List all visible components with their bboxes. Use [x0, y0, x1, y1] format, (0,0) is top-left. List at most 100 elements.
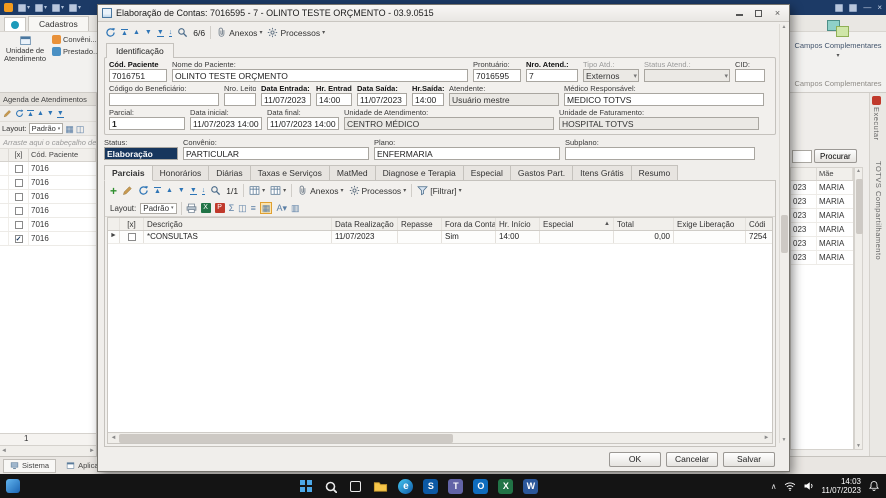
vertical-tab-executar[interactable]: Executar: [872, 96, 881, 141]
word-button[interactable]: W: [523, 478, 539, 494]
row-checkbox[interactable]: [14, 164, 23, 173]
grid-hscrollbar[interactable]: ◄ ►: [108, 432, 772, 443]
fora-da-conta-column-header[interactable]: Fora da Conta: [442, 218, 496, 230]
row-checkbox[interactable]: [14, 192, 23, 201]
grid-lines-icon[interactable]: ▦: [259, 202, 273, 214]
check-column-header[interactable]: [x]: [120, 218, 144, 230]
tab-diarias[interactable]: Diárias: [209, 165, 251, 181]
tab-cadastros[interactable]: Cadastros: [28, 16, 89, 31]
tab-parciais[interactable]: Parciais: [104, 165, 153, 181]
add-icon[interactable]: +: [110, 185, 117, 197]
table-row[interactable]: 7016: [0, 218, 96, 232]
row-checkbox-checked[interactable]: [14, 234, 23, 243]
first-record-icon[interactable]: ▲: [154, 186, 161, 195]
check-column-header[interactable]: [x]: [9, 149, 29, 161]
tab-taxas-servicos[interactable]: Taxas e Serviços: [250, 165, 330, 181]
row-checkbox[interactable]: [14, 178, 23, 187]
exige-liberacao-column-header[interactable]: Exige Liberação: [674, 218, 746, 230]
outlook-button[interactable]: O: [473, 478, 489, 494]
table-row[interactable]: ► *CONSULTAS 11/07/2023 Sim 14:00 0,00 7…: [108, 231, 772, 244]
atendente-input[interactable]: [449, 93, 559, 106]
scroll-thumb[interactable]: [780, 214, 788, 253]
ribbon-button-unidade-atendimento[interactable]: Unidade de Atendimento: [2, 35, 48, 63]
totvs-logo-tab[interactable]: [4, 17, 26, 31]
sort-icon[interactable]: A▾: [276, 203, 287, 213]
first-record-icon[interactable]: ▲: [27, 109, 34, 118]
minimize-icon[interactable]: [732, 7, 747, 19]
unidade-atendimento-input[interactable]: [344, 117, 554, 130]
date-column-header[interactable]: [791, 168, 817, 180]
sum-icon[interactable]: Σ: [229, 203, 235, 213]
edit-icon[interactable]: [3, 109, 12, 118]
data-saida-input[interactable]: [357, 93, 407, 106]
table-row[interactable]: 7016: [0, 204, 96, 218]
unidade-faturamento-input[interactable]: [559, 117, 759, 130]
row-checkbox[interactable]: [14, 206, 23, 215]
salvar-button[interactable]: Salvar: [723, 451, 775, 467]
prontuario-input[interactable]: [473, 69, 521, 82]
table-row[interactable]: 023 MARIA: [791, 181, 853, 195]
next-record-icon[interactable]: ▼: [47, 110, 54, 117]
data-realizacao-column-header[interactable]: Data Realização: [332, 218, 398, 230]
table-row[interactable]: 023 MARIA: [791, 251, 853, 265]
ok-button[interactable]: OK: [609, 451, 661, 467]
patient-code-column-header[interactable]: Cód. Paciente: [29, 149, 96, 161]
taskbar-search-button[interactable]: [323, 478, 339, 494]
especial-column-header[interactable]: Especial ▲: [540, 218, 614, 230]
task-view-button[interactable]: [348, 478, 364, 494]
titlebar-menu-4[interactable]: ▾: [69, 3, 81, 12]
excel-button[interactable]: X: [498, 478, 514, 494]
save-layout-icon[interactable]: ▦: [65, 124, 74, 134]
scroll-left-icon[interactable]: ◄: [108, 435, 119, 441]
close-icon[interactable]: ×: [877, 3, 882, 12]
titlebar-tool-icon[interactable]: [849, 3, 858, 12]
export-pdf-icon[interactable]: P: [214, 203, 225, 213]
edge-button[interactable]: e: [398, 478, 414, 494]
search-icon[interactable]: [177, 27, 188, 38]
row-checkbox[interactable]: [14, 220, 23, 229]
tab-diagnose-terapia[interactable]: Diagnose e Terapia: [375, 165, 464, 181]
table-row[interactable]: 023 MARIA: [791, 223, 853, 237]
volume-icon[interactable]: [803, 480, 815, 492]
columns-icon[interactable]: ◫: [238, 203, 247, 213]
hr-inicio-column-header[interactable]: Hr. Início: [496, 218, 540, 230]
search-input[interactable]: [792, 149, 812, 163]
scroll-up-icon[interactable]: ▲: [782, 24, 787, 30]
plano-input[interactable]: [374, 147, 560, 160]
medico-responsavel-input[interactable]: [564, 93, 764, 106]
tab-resumo[interactable]: Resumo: [631, 165, 679, 181]
mae-column-header[interactable]: Mãe: [817, 168, 853, 180]
grid-view-button[interactable]: ▾: [249, 185, 265, 196]
widgets-icon[interactable]: [6, 479, 20, 493]
maximize-icon[interactable]: [751, 7, 766, 19]
status-atend-select[interactable]: [644, 69, 730, 82]
download-icon[interactable]: ↓: [201, 187, 206, 195]
zoom-icon[interactable]: [210, 185, 221, 196]
taskbar-clock[interactable]: 14:03 11/07/2023: [822, 477, 861, 495]
next-record-icon[interactable]: ▼: [145, 29, 152, 36]
data-entrada-input[interactable]: [261, 93, 311, 106]
scroll-down-icon[interactable]: ▼: [856, 443, 861, 449]
edit-icon[interactable]: [122, 185, 133, 196]
table-row[interactable]: 023 MARIA: [791, 237, 853, 251]
group-rows-icon[interactable]: ≡: [251, 203, 256, 213]
tab-especial[interactable]: Especial: [463, 165, 511, 181]
tab-gastos-part[interactable]: Gastos Part.: [510, 165, 574, 181]
data-inicial-input[interactable]: [190, 117, 262, 130]
table-row[interactable]: 7016: [0, 176, 96, 190]
hr-saida-input[interactable]: [412, 93, 444, 106]
minimize-icon[interactable]: —: [863, 3, 871, 12]
layout-select[interactable]: Padrão ▾: [28, 123, 64, 134]
first-record-icon[interactable]: ▲: [121, 28, 128, 37]
scroll-right-icon[interactable]: ►: [89, 448, 95, 454]
cid-input[interactable]: [735, 69, 765, 82]
print-icon[interactable]: [186, 203, 197, 214]
agenda-hscrollbar[interactable]: ◄ ►: [0, 445, 96, 456]
layout-select[interactable]: Padrão ▾: [140, 202, 177, 214]
convenio-input[interactable]: [183, 147, 369, 160]
tab-matmed[interactable]: MatMed: [329, 165, 376, 181]
previous-record-icon[interactable]: ▲: [37, 110, 44, 117]
store-button[interactable]: S: [423, 478, 439, 494]
descricao-column-header[interactable]: Descrição: [144, 218, 332, 230]
download-icon[interactable]: ↓: [168, 29, 173, 37]
